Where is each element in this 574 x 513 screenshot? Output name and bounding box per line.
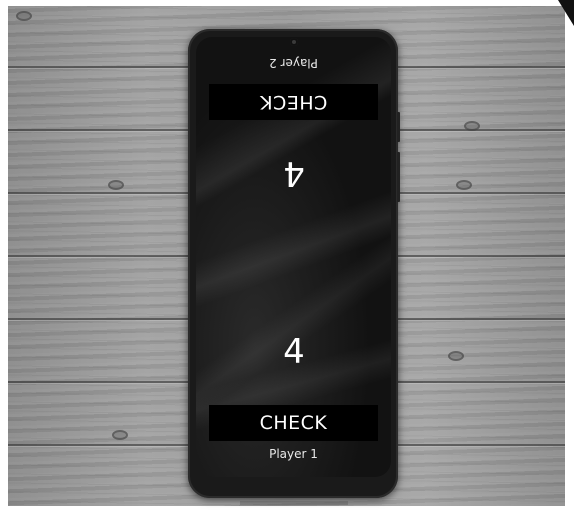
wood-knot (16, 11, 32, 21)
player-1-label: Player 1 (269, 447, 318, 461)
phone-side-button (397, 112, 400, 142)
wood-knot (448, 351, 464, 361)
player-2-label: Player 2 (269, 56, 318, 70)
wood-knot (464, 121, 480, 131)
player-1-check-button[interactable]: CHECK (209, 405, 378, 441)
scene: Player 2 CHECK 4 4 CHECK Player 1 (0, 0, 574, 513)
player-1-count: 4 (283, 332, 305, 372)
wood-knot (112, 430, 128, 440)
phone-side-button (397, 152, 400, 202)
wood-knot (456, 180, 472, 190)
front-camera (290, 38, 298, 46)
player-2-check-button[interactable]: CHECK (209, 84, 378, 120)
bottom-edge (240, 501, 348, 505)
wood-knot (108, 180, 124, 190)
player-2-count: 4 (283, 153, 305, 193)
